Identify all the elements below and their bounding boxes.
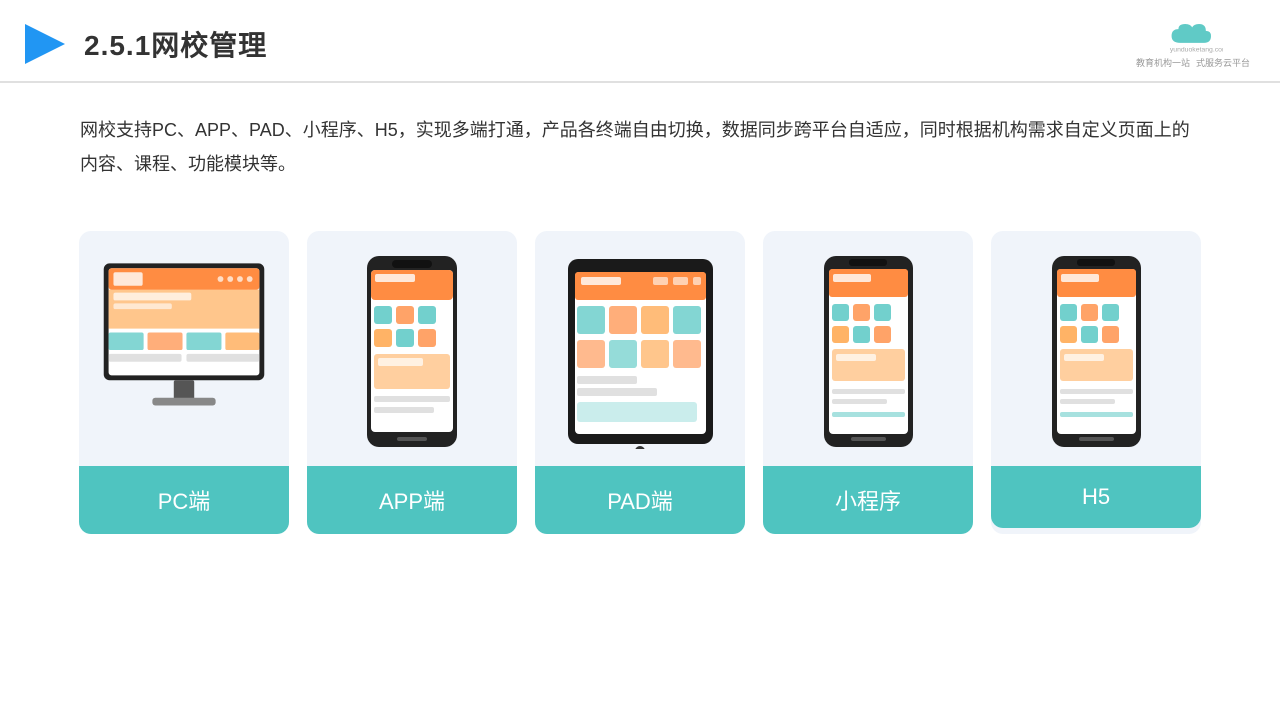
app-label: APP端 bbox=[307, 466, 517, 534]
description-text: 网校支持PC、APP、PAD、小程序、H5，实现多端打通，产品各终端自由切换，数… bbox=[0, 83, 1280, 201]
svg-text:yunduoketang.com: yunduoketang.com bbox=[1170, 46, 1223, 53]
logo-tagline2: 式服务云平台 bbox=[1196, 56, 1250, 69]
pad-label: PAD端 bbox=[535, 466, 745, 534]
card-pad: PAD端 bbox=[535, 231, 745, 534]
app-phone-svg bbox=[362, 254, 462, 449]
card-miniprogram: 小程序 bbox=[763, 231, 973, 534]
app-image bbox=[322, 251, 502, 451]
card-h5: H5 bbox=[991, 231, 1201, 534]
page-title: 2.5.1网校管理 bbox=[84, 24, 267, 64]
cards-container: PC端 bbox=[0, 211, 1280, 554]
pc-label: PC端 bbox=[79, 466, 289, 534]
logo-tagline: 教育机构一站 bbox=[1136, 56, 1190, 69]
header-left: 2.5.1网校管理 bbox=[20, 19, 267, 69]
play-icon bbox=[20, 19, 70, 69]
h5-label: H5 bbox=[991, 466, 1201, 528]
pad-tablet-svg bbox=[563, 254, 718, 449]
h5-image bbox=[1006, 251, 1186, 451]
h5-phone-svg bbox=[1049, 254, 1144, 449]
pad-image bbox=[550, 251, 730, 451]
pc-image bbox=[94, 251, 274, 451]
miniprogram-phone-svg bbox=[821, 254, 916, 449]
miniprogram-image bbox=[778, 251, 958, 451]
page-header: 2.5.1网校管理 yunduoketang.com 教育机构一站 式服务云平台 bbox=[0, 0, 1280, 83]
logo-area: yunduoketang.com 教育机构一站 式服务云平台 bbox=[1136, 18, 1250, 69]
card-app: APP端 bbox=[307, 231, 517, 534]
card-pc: PC端 bbox=[79, 231, 289, 534]
pc-monitor-svg bbox=[94, 256, 274, 446]
miniprogram-label: 小程序 bbox=[763, 466, 973, 534]
logo-icon: yunduoketang.com bbox=[1163, 18, 1223, 54]
